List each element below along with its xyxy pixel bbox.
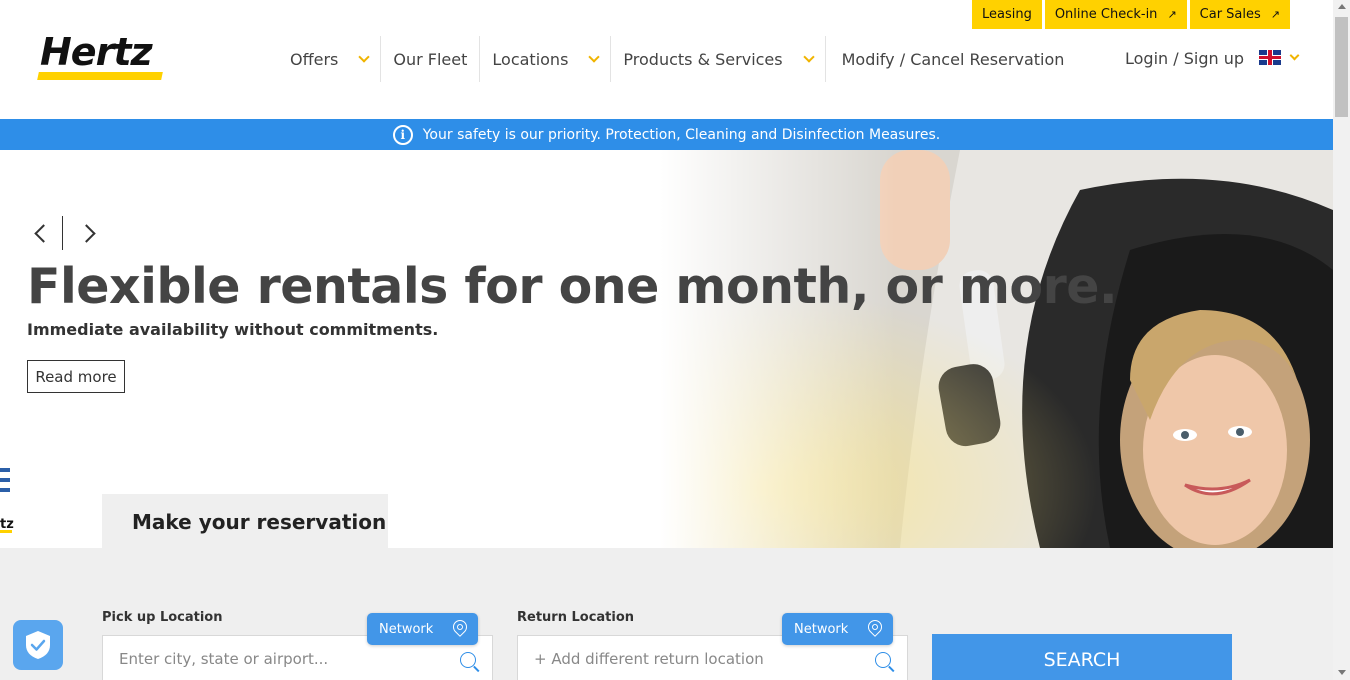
chevron-down-icon — [1289, 50, 1300, 61]
leasing-label: Leasing — [981, 7, 1032, 22]
pickup-location-label: Pick up Location — [102, 610, 223, 625]
leasing-link[interactable]: Leasing — [971, 0, 1042, 29]
logo-text: Hertz — [40, 30, 153, 74]
svg-text:tz: tz — [0, 517, 14, 532]
nav-products-services[interactable]: Products & Services — [611, 36, 826, 82]
map-pin-icon — [450, 617, 470, 637]
car-sales-link[interactable]: Car Sales ↗ — [1189, 0, 1290, 29]
return-network-label: Network — [794, 621, 849, 637]
nav-our-fleet-label: Our Fleet — [393, 49, 468, 69]
pickup-network-label: Network — [379, 621, 434, 637]
carousel-arrows — [28, 216, 101, 250]
search-icon[interactable] — [460, 652, 476, 668]
scroll-down-arrow-icon[interactable] — [1338, 670, 1346, 675]
chevron-down-icon — [588, 50, 601, 63]
scroll-thumb[interactable] — [1335, 17, 1348, 117]
shield-check-icon — [26, 631, 50, 659]
uk-flag-icon — [1259, 50, 1281, 65]
make-reservation-tab[interactable]: Make your reservation — [102, 494, 388, 550]
hertz-logo[interactable]: Hertz — [37, 30, 168, 82]
safety-banner-text: Your safety is our priority. Protection,… — [422, 126, 941, 143]
language-selector[interactable] — [1259, 50, 1300, 65]
map-pin-icon — [865, 617, 885, 637]
chevron-down-icon — [802, 50, 815, 63]
nav-locations-label: Locations — [492, 49, 569, 69]
online-checkin-label: Online Check-in — [1054, 7, 1158, 22]
nav-modify-label: Modify / Cancel Reservation — [841, 49, 1065, 69]
nav-offers-label: Offers — [290, 49, 339, 69]
privacy-shield-button[interactable] — [13, 620, 63, 670]
pickup-network-button[interactable]: Network — [367, 613, 478, 645]
safety-banner[interactable]: i Your safety is our priority. Protectio… — [0, 119, 1333, 150]
vertical-scrollbar[interactable] — [1333, 0, 1350, 680]
info-icon: i — [392, 124, 413, 145]
chevron-right-icon — [76, 223, 96, 243]
nav-products-label: Products & Services — [623, 49, 783, 69]
online-checkin-link[interactable]: Online Check-in ↗ — [1044, 0, 1187, 29]
search-icon[interactable] — [875, 652, 891, 668]
login-signup-link[interactable]: Login / Sign up — [1125, 49, 1244, 68]
arrow-divider — [62, 216, 63, 250]
hero-headline: Flexible rentals for one month, or more. — [27, 258, 1118, 315]
chevron-down-icon — [358, 50, 371, 63]
chevron-left-icon — [33, 223, 53, 243]
nav-locations[interactable]: Locations — [480, 36, 612, 82]
reservation-panel: Pick up Location Network Return Location… — [0, 548, 1333, 680]
site-header: Hertz Leasing Online Check-in ↗ Car Sale… — [0, 0, 1333, 119]
nav-offers[interactable]: Offers — [278, 36, 382, 82]
return-network-button[interactable]: Network — [782, 613, 893, 645]
external-link-icon: ↗ — [1167, 8, 1177, 21]
nav-our-fleet[interactable]: Our Fleet — [381, 36, 481, 82]
read-more-button[interactable]: Read more — [27, 360, 125, 393]
hero-photo — [660, 150, 1333, 548]
side-hertz-logo: tz — [0, 468, 14, 533]
search-button[interactable]: SEARCH — [932, 634, 1232, 680]
nav-modify-cancel[interactable]: Modify / Cancel Reservation — [826, 36, 1077, 82]
top-links: Leasing Online Check-in ↗ Car Sales ↗ — [971, 0, 1290, 29]
page: Hertz Leasing Online Check-in ↗ Car Sale… — [0, 0, 1350, 680]
main-nav: Offers Our Fleet Locations Products & Se… — [278, 36, 1076, 82]
return-location-label: Return Location — [517, 610, 635, 625]
scroll-up-arrow-icon[interactable] — [1338, 4, 1346, 9]
carousel-next-button[interactable] — [76, 218, 101, 248]
car-sales-label: Car Sales — [1199, 7, 1261, 22]
external-link-icon: ↗ — [1270, 8, 1280, 21]
hero-subhead: Immediate availability without commitmen… — [27, 320, 439, 339]
carousel-prev-button[interactable] — [28, 218, 53, 248]
hero-section: Flexible rentals for one month, or more.… — [0, 150, 1333, 548]
